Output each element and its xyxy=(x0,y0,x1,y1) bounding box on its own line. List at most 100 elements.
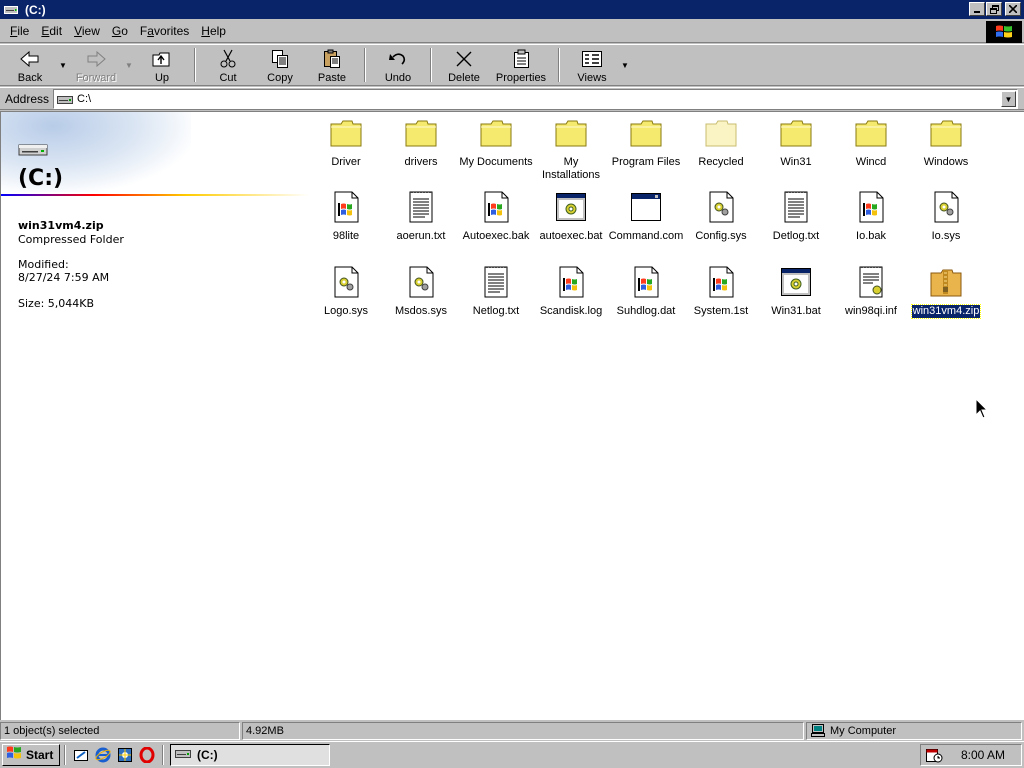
channels-icon[interactable] xyxy=(114,745,136,765)
title-bar[interactable]: (C:) xyxy=(0,0,1024,19)
file-label: Detlog.txt xyxy=(772,230,820,242)
file-item[interactable]: My Documents xyxy=(458,116,534,169)
menu-file[interactable]: File xyxy=(4,22,35,40)
folder-view[interactable]: (C:) win31vm4.zip Compressed Folder Modi… xyxy=(0,111,1024,720)
toolbar-separator xyxy=(558,48,560,82)
folder-icon xyxy=(329,116,363,150)
file-label: 98lite xyxy=(332,230,360,242)
close-button[interactable] xyxy=(1005,2,1021,16)
file-item[interactable]: Suhdlog.dat xyxy=(608,265,684,318)
forward-button[interactable]: Forward xyxy=(70,45,122,85)
folder-icon xyxy=(404,116,438,150)
up-folder-icon xyxy=(152,49,172,69)
selected-item-type: Compressed Folder xyxy=(18,233,124,246)
address-dropdown-button[interactable]: ▼ xyxy=(1001,91,1016,107)
scheduler-icon[interactable] xyxy=(925,747,943,763)
file-item[interactable]: My Installations xyxy=(533,116,609,182)
windows-file-icon xyxy=(854,190,888,224)
folder-icon xyxy=(779,116,813,150)
scissors-icon xyxy=(219,49,237,69)
address-input[interactable]: C:\ ▼ xyxy=(53,89,1018,109)
opera-icon[interactable] xyxy=(136,745,158,765)
menu-edit[interactable]: Edit xyxy=(35,22,68,40)
file-item[interactable]: Autoexec.bak xyxy=(458,190,534,243)
file-item[interactable]: Scandisk.log xyxy=(533,265,609,318)
delete-button[interactable]: Delete xyxy=(438,45,490,85)
file-item[interactable]: Driver xyxy=(308,116,384,169)
forward-arrow-icon xyxy=(86,49,106,69)
menu-help[interactable]: Help xyxy=(195,22,232,40)
views-button[interactable]: Views xyxy=(566,45,618,85)
restore-button[interactable] xyxy=(986,2,1002,16)
file-item[interactable]: 98lite xyxy=(308,190,384,243)
file-label: Config.sys xyxy=(695,230,747,242)
file-label: Suhdlog.dat xyxy=(616,305,676,317)
quick-launch xyxy=(70,745,158,765)
properties-icon xyxy=(511,49,531,69)
file-item[interactable]: Io.bak xyxy=(833,190,909,243)
file-item[interactable]: win31vm4.zip xyxy=(908,265,984,319)
file-item[interactable]: Windows xyxy=(908,116,984,169)
file-item[interactable]: Netlog.txt xyxy=(458,265,534,318)
up-button[interactable]: Up xyxy=(136,45,188,85)
folder-icon xyxy=(854,116,888,150)
file-item[interactable]: Command.com xyxy=(608,190,684,243)
file-item[interactable]: Logo.sys xyxy=(308,265,384,318)
back-dropdown-icon[interactable]: ▼ xyxy=(56,45,70,85)
system-tray: 8:00 AM xyxy=(920,744,1022,766)
forward-dropdown-icon[interactable]: ▼ xyxy=(122,45,136,85)
file-item[interactable]: win98qi.inf xyxy=(833,265,909,318)
file-item[interactable]: Msdos.sys xyxy=(383,265,459,318)
cut-button[interactable]: Cut xyxy=(202,45,254,85)
status-selection-text: 1 object(s) selected xyxy=(4,725,100,737)
windows-file-icon xyxy=(629,265,663,299)
windows-file-icon xyxy=(704,265,738,299)
properties-button[interactable]: Properties xyxy=(490,45,552,85)
copy-button[interactable]: Copy xyxy=(254,45,306,85)
pane-divider xyxy=(1,194,309,196)
internet-explorer-icon[interactable] xyxy=(92,745,114,765)
file-label: Io.bak xyxy=(856,230,886,242)
views-label: Views xyxy=(577,72,607,84)
file-label: Wincd xyxy=(855,156,887,168)
menu-favorites[interactable]: Favorites xyxy=(134,22,195,40)
file-item[interactable]: Win31 xyxy=(758,116,834,169)
drive-icon[interactable] xyxy=(3,2,19,18)
file-label: Win31 xyxy=(780,156,812,168)
file-item[interactable]: Config.sys xyxy=(683,190,759,243)
file-item[interactable]: Wincd xyxy=(833,116,909,169)
views-dropdown-icon[interactable]: ▼ xyxy=(618,45,632,85)
start-button[interactable]: Start xyxy=(2,744,60,766)
file-label: aoerun.txt xyxy=(396,230,446,242)
address-bar: Address C:\ ▼ xyxy=(0,87,1024,110)
show-desktop-icon[interactable] xyxy=(70,745,92,765)
delete-label: Delete xyxy=(448,72,480,84)
file-label: Win31.bat xyxy=(771,305,821,317)
menu-go[interactable]: Go xyxy=(106,22,134,40)
file-item[interactable]: autoexec.bat xyxy=(533,190,609,243)
file-item[interactable]: Io.sys xyxy=(908,190,984,243)
menu-view[interactable]: View xyxy=(68,22,106,40)
file-label: My Installations xyxy=(541,156,601,181)
file-item[interactable]: Recycled xyxy=(683,116,759,169)
file-label: Scandisk.log xyxy=(539,305,603,317)
clock[interactable]: 8:00 AM xyxy=(961,748,1005,762)
file-item[interactable]: Program Files xyxy=(608,116,684,169)
file-item[interactable]: drivers xyxy=(383,116,459,169)
file-item[interactable]: System.1st xyxy=(683,265,759,318)
taskbar-window-button[interactable]: (C:) xyxy=(170,744,330,766)
file-item[interactable]: Win31.bat xyxy=(758,265,834,318)
modified-value: 8/27/24 7:59 AM xyxy=(18,271,110,284)
undo-button[interactable]: Undo xyxy=(372,45,424,85)
back-button[interactable]: Back xyxy=(4,45,56,85)
menu-favorites-label: Favorites xyxy=(139,24,190,38)
minimize-button[interactable] xyxy=(969,2,985,16)
toolbar-separator xyxy=(364,48,366,82)
menu-edit-label: Edit xyxy=(41,24,63,38)
file-item[interactable]: aoerun.txt xyxy=(383,190,459,243)
paste-button[interactable]: Paste xyxy=(306,45,358,85)
file-label: Netlog.txt xyxy=(472,305,520,317)
undo-arrow-icon xyxy=(388,49,408,69)
file-label: win98qi.inf xyxy=(845,305,897,317)
file-item[interactable]: Detlog.txt xyxy=(758,190,834,243)
